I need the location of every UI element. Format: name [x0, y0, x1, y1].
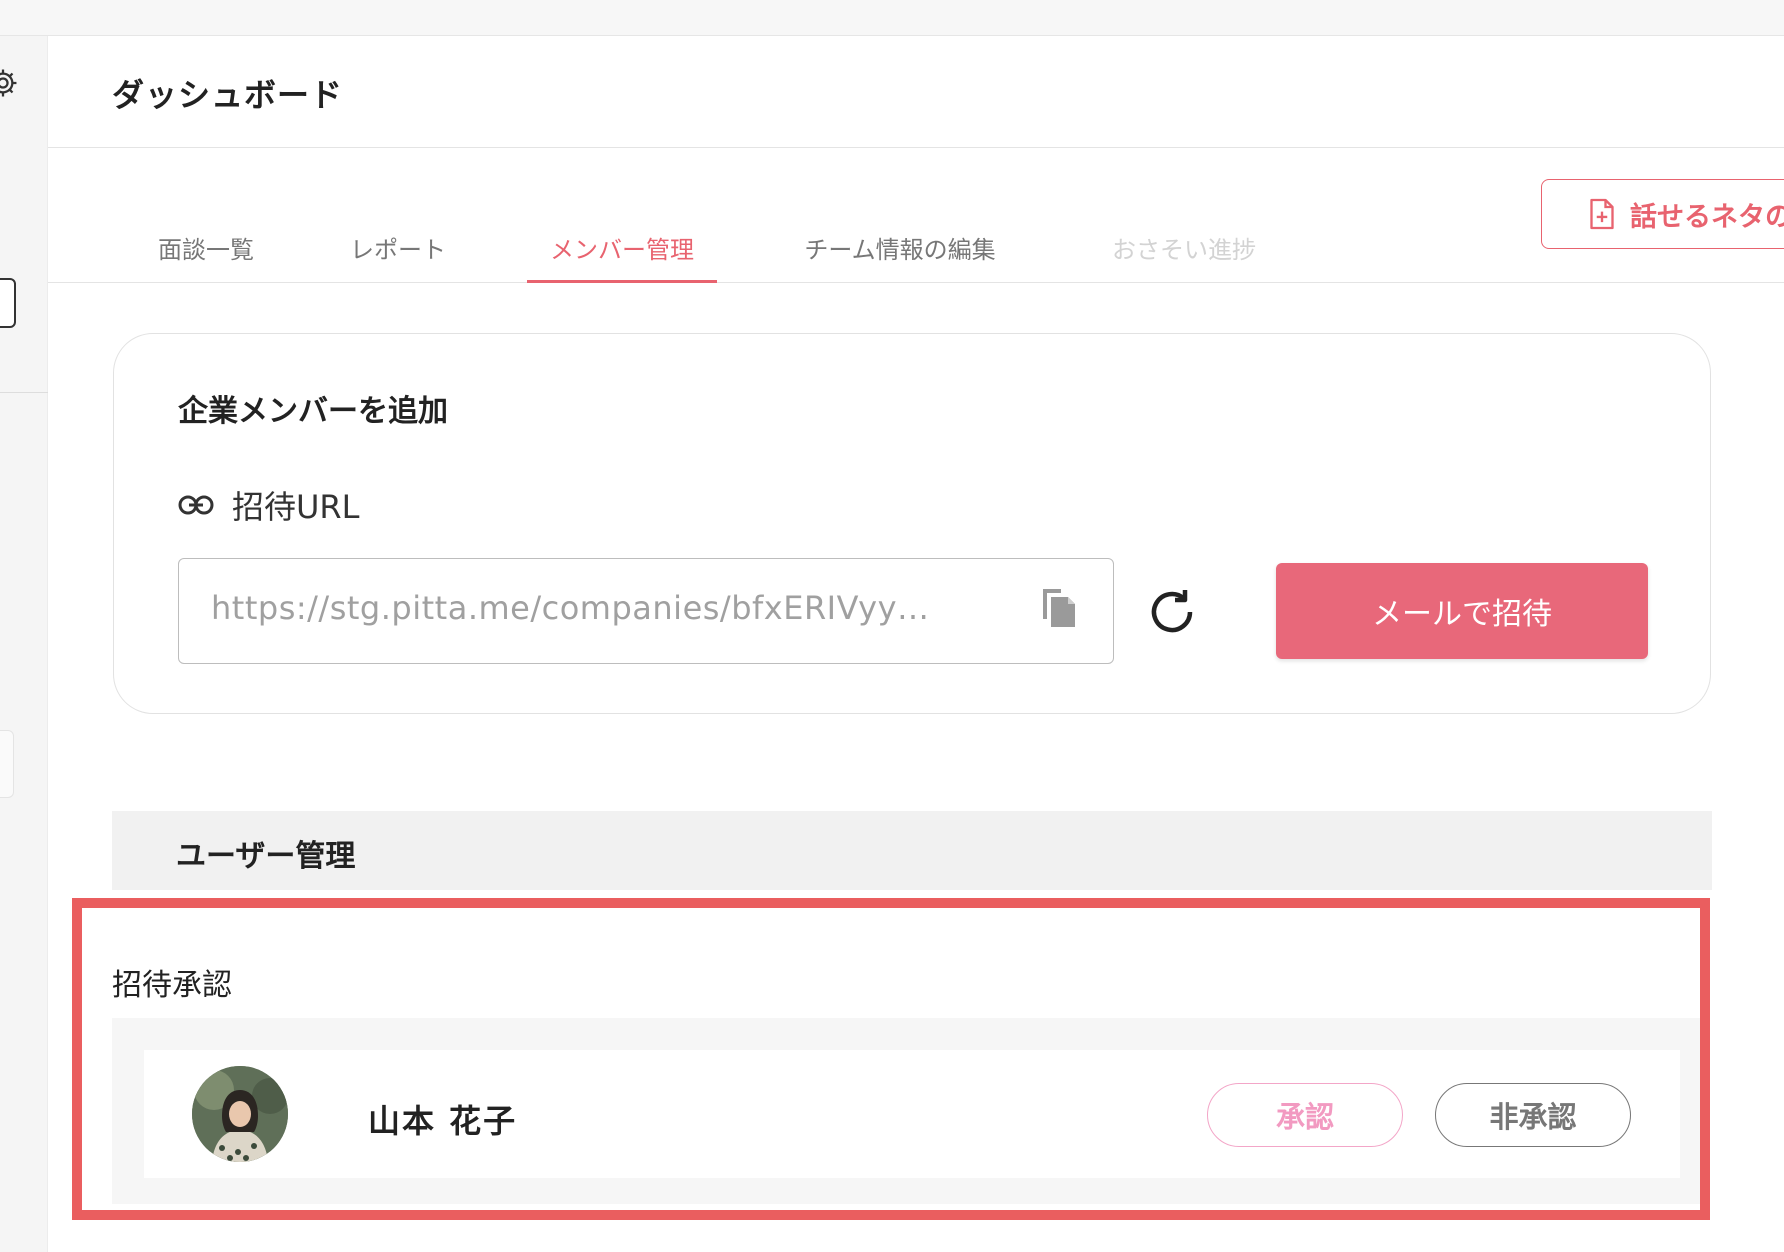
- invite-url-field[interactable]: https://stg.pitta.me/companies/bfxERIVyy…: [178, 558, 1114, 664]
- sidebar-card[interactable]: [0, 730, 14, 798]
- highlight-frame: [72, 898, 1710, 1220]
- topics-button[interactable]: 話せるネタの: [1541, 179, 1784, 249]
- refresh-icon[interactable]: [1144, 584, 1200, 644]
- file-plus-icon: [1588, 197, 1616, 231]
- add-member-title: 企業メンバーを追加: [178, 394, 448, 429]
- invite-by-email-button[interactable]: メールで招待: [1276, 563, 1648, 659]
- sidebar-divider: [0, 392, 48, 393]
- link-icon: [178, 494, 214, 516]
- tab-bar: 面談一覧 レポート メンバー管理 チーム情報の編集 おさそい進捗: [48, 148, 1784, 283]
- tab-invitation-progress: おさそい進捗: [1112, 236, 1256, 264]
- user-management-title: ユーザー管理: [176, 839, 356, 874]
- tab-interviews[interactable]: 面談一覧: [136, 230, 276, 282]
- tab-member-management[interactable]: メンバー管理: [527, 230, 717, 283]
- tab-team-info-edit[interactable]: チーム情報の編集: [802, 230, 998, 282]
- page-title: ダッシュボード: [112, 76, 344, 114]
- page-header: ダッシュボード: [48, 36, 1784, 148]
- topics-button-label: 話せるネタの: [1630, 201, 1784, 233]
- tab-report[interactable]: レポート: [333, 230, 463, 282]
- invite-url-label: 招待URL: [178, 482, 360, 528]
- copy-icon[interactable]: [1039, 585, 1079, 635]
- sidebar-item-box[interactable]: [0, 278, 16, 328]
- sidebar: [0, 36, 48, 1252]
- gear-icon[interactable]: [0, 66, 20, 100]
- add-member-card: 企業メンバーを追加 招待URL https://stg.pitta.me/com…: [113, 333, 1711, 714]
- invite-url-value: https://stg.pitta.me/companies/bfxERIVyy…: [211, 589, 930, 627]
- user-management-header: ユーザー管理: [112, 811, 1712, 890]
- invite-url-text: 招待URL: [232, 488, 360, 526]
- top-bar: [0, 0, 1784, 36]
